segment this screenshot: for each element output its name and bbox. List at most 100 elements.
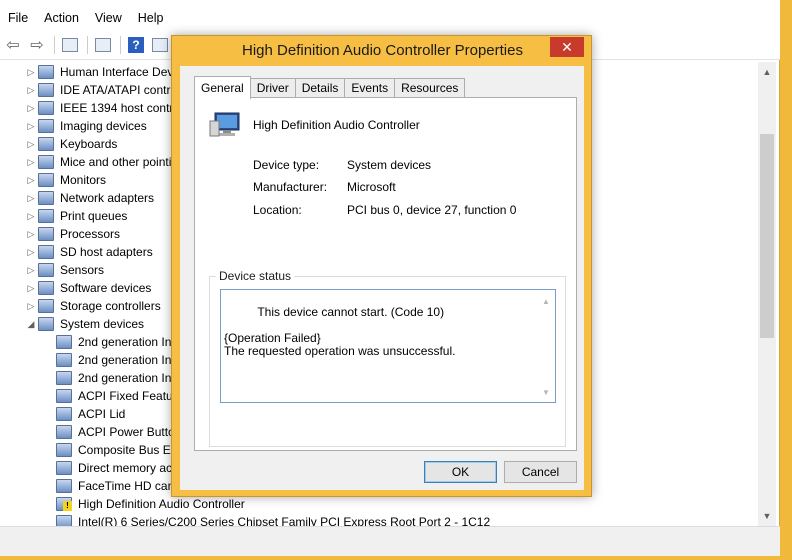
tree-device-item[interactable]: Composite Bus Enu <box>56 441 184 459</box>
expand-arrow-icon[interactable]: ▷ <box>24 265 38 276</box>
expand-arrow-icon[interactable]: ▷ <box>24 157 38 168</box>
expand-arrow-icon[interactable]: ▷ <box>24 67 38 78</box>
tree-category-monitors[interactable]: ▷ Monitors <box>24 171 106 189</box>
tree-label: Imaging devices <box>60 119 147 133</box>
tree-label: IDE ATA/ATAPI contro <box>60 83 178 97</box>
expand-arrow-icon[interactable]: ▷ <box>24 247 38 258</box>
tree-category-keyboards[interactable]: ▷ Keyboards <box>24 135 117 153</box>
keyboard-icon <box>38 137 54 151</box>
tree-label: Storage controllers <box>60 299 161 313</box>
system-device-icon <box>56 407 72 421</box>
tree-device-item[interactable]: 2nd generation Inte <box>56 351 181 369</box>
expand-arrow-icon[interactable]: ▷ <box>24 211 38 222</box>
tree-category-imaging[interactable]: ▷ Imaging devices <box>24 117 147 135</box>
tree-category-ide[interactable]: ▷ IDE ATA/ATAPI contro <box>24 81 177 99</box>
tree-category-network[interactable]: ▷ Network adapters <box>24 189 154 207</box>
tree-vertical-scrollbar[interactable]: ▲ ▼ <box>758 62 776 526</box>
tab-events[interactable]: Events <box>345 78 396 98</box>
update-driver-icon[interactable] <box>149 34 171 56</box>
device-type-value: System devices <box>347 158 432 172</box>
expand-arrow-icon[interactable]: ▷ <box>24 85 38 96</box>
device-name: High Definition Audio Controller <box>253 118 420 132</box>
expand-arrow-icon[interactable]: ▷ <box>24 301 38 312</box>
close-button[interactable]: ✕ <box>550 37 584 57</box>
tree-device-item[interactable]: Direct memory acc <box>56 459 178 477</box>
tab-resources[interactable]: Resources <box>395 78 466 98</box>
system-device-icon <box>56 371 72 385</box>
menu-view[interactable]: View <box>87 6 130 30</box>
tree-category-storage[interactable]: ▷ Storage controllers <box>24 297 161 315</box>
expand-arrow-icon[interactable]: ▷ <box>24 193 38 204</box>
menu-file[interactable]: File <box>0 6 36 30</box>
tree-device-item[interactable]: 2nd generation Inte <box>56 369 181 387</box>
tab-details[interactable]: Details <box>295 78 346 98</box>
tab-driver[interactable]: Driver <box>250 78 296 98</box>
back-arrow-icon[interactable]: ⇦ <box>2 34 24 56</box>
device-status-group: Device status This device cannot start. … <box>209 269 566 447</box>
scroll-down-arrow-icon[interactable]: ▼ <box>758 508 776 524</box>
expand-arrow-icon[interactable]: ▷ <box>24 229 38 240</box>
tree-category-human-interface[interactable]: ▷ Human Interface Devic <box>24 63 182 81</box>
tree-device-item[interactable]: FaceTime HD came <box>56 477 184 495</box>
help-icon[interactable]: ? <box>125 34 147 56</box>
tab-general[interactable]: General <box>194 76 251 99</box>
warning-device-icon <box>56 497 72 511</box>
tree-category-print-queues[interactable]: ▷ Print queues <box>24 207 127 225</box>
tree-label: Print queues <box>60 209 128 223</box>
toolbar-separator <box>120 35 121 54</box>
tree-device-item[interactable]: Intel(R) 6 Series/C200 Series Chipset Fa… <box>56 513 490 526</box>
tree-label: Sensors <box>60 263 105 277</box>
tree-label: Composite Bus Enu <box>78 443 185 457</box>
scroll-up-arrow-icon[interactable]: ▲ <box>758 64 776 80</box>
camera-icon <box>38 119 54 133</box>
expand-arrow-icon[interactable]: ▷ <box>24 103 38 114</box>
sd-card-icon <box>38 245 54 259</box>
menu-action[interactable]: Action <box>36 6 87 30</box>
cancel-button[interactable]: Cancel <box>504 461 577 483</box>
tree-category-processors[interactable]: ▷ Processors <box>24 225 120 243</box>
tree-label: Intel(R) 6 Series/C200 Series Chipset Fa… <box>78 515 491 526</box>
tree-device-item[interactable]: ACPI Lid <box>56 405 125 423</box>
system-device-icon <box>38 317 54 331</box>
show-hide-tree-icon[interactable] <box>59 34 81 56</box>
general-tab-panel: High Definition Audio Controller Device … <box>194 97 577 451</box>
device-type-label: Device type: <box>253 158 320 172</box>
location-value: PCI bus 0, device 27, function 0 <box>347 203 517 217</box>
tree-category-system-devices[interactable]: ◢ System devices <box>24 315 144 333</box>
scroll-down-arrow-icon[interactable]: ▼ <box>538 386 554 399</box>
menu-bar: File Action View Help <box>0 6 780 30</box>
device-status-textbox[interactable]: This device cannot start. (Code 10) {Ope… <box>220 289 556 403</box>
scroll-up-arrow-icon[interactable]: ▲ <box>538 295 554 308</box>
tree-category-software-devices[interactable]: ▷ Software devices <box>24 279 151 297</box>
status-scrollbar[interactable]: ▲ ▼ <box>538 291 554 401</box>
tree-device-item[interactable]: ACPI Power Button <box>56 423 181 441</box>
system-device-icon <box>56 335 72 349</box>
tree-category-mice[interactable]: ▷ Mice and other pointin <box>24 153 178 171</box>
tree-label: Network adapters <box>60 191 155 205</box>
hid-icon <box>38 65 54 79</box>
tree-device-item-hd-audio[interactable]: High Definition Audio Controller <box>56 495 245 513</box>
system-device-icon <box>56 425 72 439</box>
expand-arrow-icon[interactable]: ▷ <box>24 139 38 150</box>
tree-category-sd-host[interactable]: ▷ SD host adapters <box>24 243 153 261</box>
tree-device-item[interactable]: ACPI Fixed Feature <box>56 387 183 405</box>
collapse-arrow-icon[interactable]: ◢ <box>24 319 38 330</box>
menu-help[interactable]: Help <box>130 6 172 30</box>
expand-arrow-icon[interactable]: ▷ <box>24 283 38 294</box>
status-bar <box>0 526 780 556</box>
expand-arrow-icon[interactable]: ▷ <box>24 121 38 132</box>
system-device-icon <box>56 389 72 403</box>
scrollbar-thumb[interactable] <box>760 134 774 338</box>
tree-device-item[interactable]: 2nd generation Inte <box>56 333 181 351</box>
tree-category-sensors[interactable]: ▷ Sensors <box>24 261 104 279</box>
manufacturer-value: Microsoft <box>347 180 396 194</box>
manufacturer-label: Manufacturer: <box>253 180 328 194</box>
ok-button[interactable]: OK <box>424 461 497 483</box>
expand-arrow-icon[interactable]: ▷ <box>24 175 38 186</box>
mouse-icon <box>38 155 54 169</box>
tree-label: High Definition Audio Controller <box>78 497 245 511</box>
tree-category-ieee1394[interactable]: ▷ IEEE 1394 host controll <box>24 99 185 117</box>
forward-arrow-icon[interactable]: ⇨ <box>26 34 48 56</box>
properties-icon[interactable] <box>92 34 114 56</box>
device-icon <box>209 112 240 137</box>
